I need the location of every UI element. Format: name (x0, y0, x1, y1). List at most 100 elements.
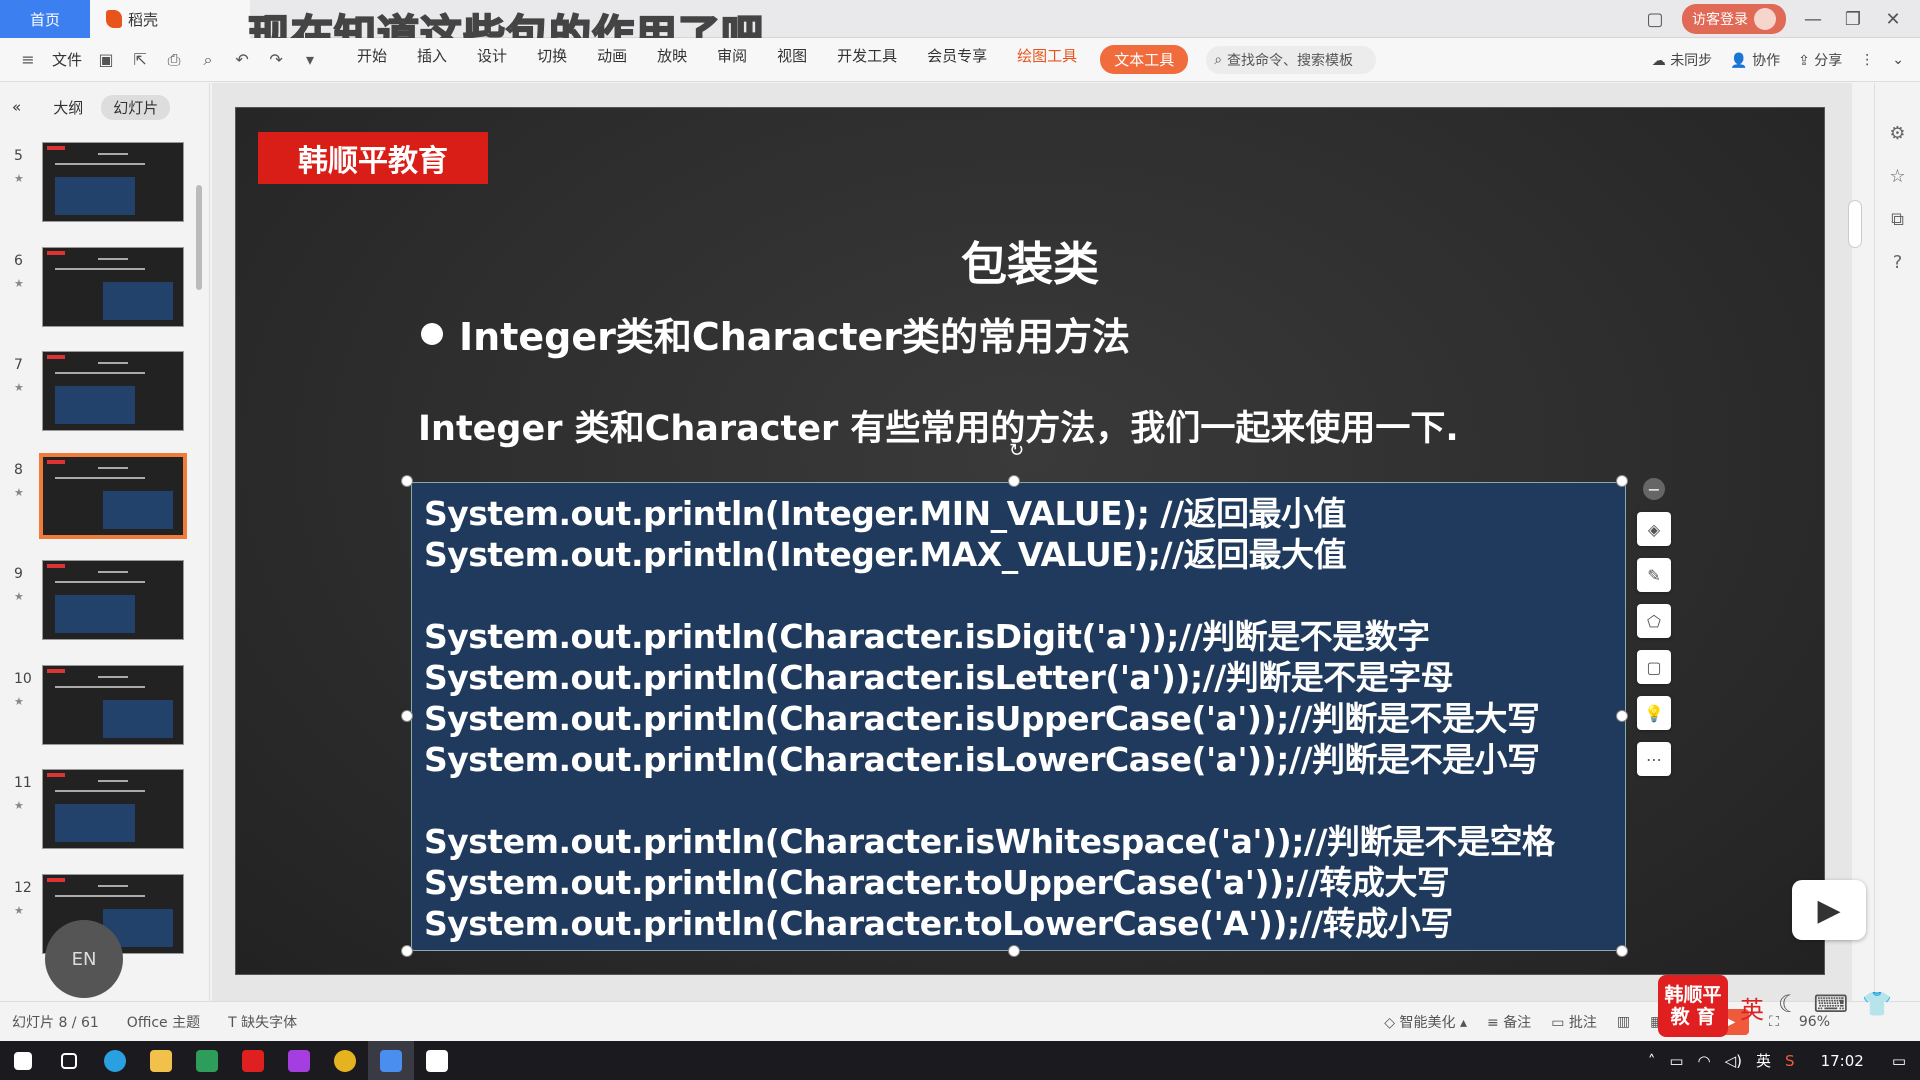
lightbulb-icon[interactable]: 💡 (1637, 696, 1671, 730)
explorer-icon[interactable] (138, 1041, 184, 1080)
slide-intro[interactable]: Integer 类和Character 有些常用的方法，我们一起来使用一下. (418, 400, 1459, 451)
undo-icon[interactable]: ↶ (232, 50, 252, 70)
window-layout-icon[interactable]: ▢ (1642, 6, 1668, 32)
wps-icon[interactable] (368, 1041, 414, 1080)
resize-handle[interactable] (1616, 475, 1628, 487)
xmind-icon[interactable] (230, 1041, 276, 1080)
tab-transition[interactable]: 切换 (522, 45, 582, 74)
thumbnail-item[interactable]: 5 ★ (0, 142, 195, 232)
outline-tab[interactable]: 大纲 (53, 97, 83, 118)
settings-sliders-icon[interactable]: ⚙ (1889, 123, 1905, 144)
resize-handle[interactable] (1008, 475, 1020, 487)
slides-tab[interactable]: 幻灯片 (101, 94, 171, 120)
collapse-panel-icon[interactable]: « (12, 98, 21, 116)
rotate-handle-icon[interactable]: ↻ (1009, 440, 1024, 461)
tab-docer[interactable]: 稻壳 (90, 0, 250, 38)
resize-handle[interactable] (401, 710, 413, 722)
guest-login-button[interactable]: 访客登录 (1682, 4, 1786, 34)
slide-thumbnail[interactable] (42, 769, 184, 849)
tab-slideshow[interactable]: 放映 (642, 45, 702, 74)
tab-developer[interactable]: 开发工具 (822, 45, 912, 74)
missing-font-button[interactable]: T 缺失字体 (228, 1012, 297, 1032)
export-icon[interactable]: ⇱ (130, 50, 150, 70)
tab-home[interactable]: 首页 (0, 0, 90, 38)
save-icon[interactable]: ▣ (96, 50, 116, 70)
floating-play-icon[interactable]: ▶ (1792, 880, 1866, 940)
resize-handle[interactable] (401, 945, 413, 957)
keyboard-icon[interactable]: ⌨ (1814, 990, 1849, 1025)
beautify-button[interactable]: ◇ 智能美化 ▴ (1384, 1012, 1467, 1032)
tab-insert[interactable]: 插入 (402, 45, 462, 74)
task-view-icon[interactable] (46, 1041, 92, 1080)
star-icon[interactable]: ☆ (1889, 166, 1905, 187)
file-menu[interactable]: 文件 (52, 49, 82, 70)
restore-icon[interactable]: ❐ (1840, 6, 1866, 32)
close-icon[interactable]: ✕ (1880, 6, 1906, 32)
tab-start[interactable]: 开始 (342, 45, 402, 74)
code-textbox[interactable]: System.out.println(Integer.MIN_VALUE); /… (411, 482, 1626, 951)
app-en-icon[interactable] (184, 1041, 230, 1080)
app-c-icon[interactable] (414, 1041, 460, 1080)
thumbnail-item[interactable]: 6 ★ (0, 246, 195, 337)
print-icon[interactable]: ⎙ (164, 50, 184, 70)
layers-icon[interactable]: ◈ (1637, 512, 1671, 546)
clock[interactable]: 17:02 (1821, 1052, 1864, 1070)
slide-thumbnail[interactable] (42, 664, 184, 745)
normal-view-icon[interactable]: ▥ (1617, 1014, 1630, 1030)
tab-text-tools[interactable]: 文本工具 (1100, 45, 1189, 74)
thumbnail-item[interactable]: 10 ★ (0, 664, 195, 755)
moon-icon[interactable]: ☾ (1778, 990, 1800, 1025)
redo-icon[interactable]: ↷ (266, 50, 286, 70)
thumbnail-item[interactable]: 7 ★ (0, 351, 195, 441)
thumbnail-item[interactable]: 11 ★ (0, 769, 195, 859)
minimize-icon[interactable]: — (1800, 6, 1826, 32)
help-icon[interactable]: ? (1893, 252, 1903, 273)
taskbar-ime-lang[interactable]: 英 (1756, 1050, 1771, 1071)
en-language-badge[interactable]: EN (45, 920, 123, 998)
minus-icon[interactable]: − (1643, 478, 1665, 500)
collapse-ribbon-icon[interactable]: ⌄ (1892, 52, 1904, 68)
windows-start-icon[interactable] (0, 1041, 46, 1080)
sogou-icon[interactable]: S (1785, 1052, 1795, 1070)
hamburger-menu-icon[interactable]: ≡ (18, 50, 38, 70)
more-options-icon[interactable]: ⋮ (1860, 52, 1874, 68)
command-search-input[interactable]: ⌕ 查找命令、搜索模板 (1206, 45, 1377, 74)
preview-icon[interactable]: ⌕ (198, 50, 218, 70)
notification-icon[interactable]: ▭ (1892, 1052, 1906, 1070)
resize-handle[interactable] (401, 475, 413, 487)
thumbnail-scrollbar[interactable] (196, 185, 202, 290)
tab-review[interactable]: 审阅 (702, 45, 762, 74)
resize-handle[interactable] (1008, 945, 1020, 957)
slide-thumbnail[interactable] (42, 142, 184, 222)
more-icon[interactable]: ⋯ (1637, 742, 1671, 776)
tab-design[interactable]: 设计 (462, 45, 522, 74)
resize-handle[interactable] (1616, 945, 1628, 957)
share-button[interactable]: ⇪ 分享 (1798, 50, 1842, 70)
fill-icon[interactable]: ⬠ (1637, 604, 1671, 638)
thumbnail-item[interactable]: 9 ★ (0, 560, 195, 650)
slide-thumbnail[interactable] (39, 452, 187, 539)
slides-icon[interactable]: ⧉ (1891, 209, 1904, 230)
slide-bullet[interactable]: Integer类和Character类的常用方法 (421, 306, 1130, 361)
collaborate-button[interactable]: 👤 协作 (1730, 50, 1780, 70)
slide-title[interactable]: 包装类 (236, 228, 1824, 294)
notes-button[interactable]: ≡ 备注 (1487, 1012, 1531, 1032)
slide-8[interactable]: 韩顺平教育 包装类 Integer类和Character类的常用方法 Integ… (235, 107, 1825, 975)
slide-thumbnail[interactable] (42, 351, 184, 431)
chrome-icon[interactable] (322, 1041, 368, 1080)
battery-icon[interactable]: ▭ (1669, 1052, 1683, 1070)
comments-button[interactable]: ▭ 批注 (1551, 1012, 1597, 1032)
slide-thumbnail[interactable] (42, 560, 184, 640)
more-dropdown-icon[interactable]: ▾ (300, 50, 320, 70)
ime-lang[interactable]: 英 (1740, 990, 1764, 1025)
tab-animation[interactable]: 动画 (582, 45, 642, 74)
tab-draw-tools[interactable]: 绘图工具 (1002, 45, 1092, 74)
shirt-icon[interactable]: 👕 (1862, 990, 1892, 1025)
wifi-icon[interactable]: ◠ (1698, 1052, 1711, 1070)
edge-icon[interactable] (92, 1041, 138, 1080)
theme-name[interactable]: Office 主题 (127, 1012, 200, 1032)
canvas-scrollbar[interactable] (1848, 200, 1862, 248)
thumbnail-item[interactable]: 8 ★ (0, 452, 195, 546)
tab-view[interactable]: 视图 (762, 45, 822, 74)
volume-icon[interactable]: ◁) (1725, 1052, 1742, 1070)
